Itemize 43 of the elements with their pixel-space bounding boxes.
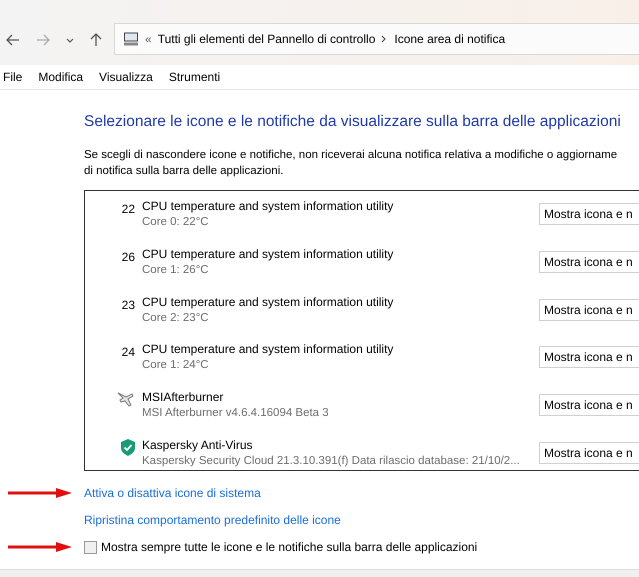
behavior-dropdown[interactable]: Mostra icona e n bbox=[539, 346, 639, 368]
breadcrumb-item[interactable]: Icone area di notifica bbox=[394, 30, 506, 48]
temperature-icon: 22 bbox=[115, 200, 135, 218]
description-text: Se scegli di nascondere icone e notifiche, non riceverai alcuna notifica relativa a modifiche o aggiorname di notifica sulla barra delle applicazioni. bbox=[84, 148, 618, 180]
behavior-dropdown[interactable]: Mostra icona e n bbox=[539, 203, 639, 226]
menu-item[interactable]: File bbox=[0, 68, 36, 86]
app-name: MSIAfterburner bbox=[142, 388, 224, 405]
app-description: Core 0: 22°C bbox=[142, 215, 210, 230]
app-name: CPU temperature and system information utility bbox=[142, 294, 394, 310]
app-name: Kaspersky Anti-Virus bbox=[142, 436, 254, 453]
temperature-icon: 24 bbox=[115, 343, 135, 362]
breadcrumb-item[interactable]: Tutti gli elementi del Pannello di controllo bbox=[158, 30, 376, 48]
app-description: Core 1: 24°C bbox=[142, 358, 210, 374]
chevron-down-icon[interactable] bbox=[66, 38, 74, 42]
temperature-icon: 23 bbox=[115, 296, 135, 314]
behavior-dropdown[interactable]: Mostra icona e n bbox=[539, 250, 639, 273]
app-description: MSI Afterburner v4.6.4.16094 Beta 3 bbox=[142, 406, 330, 421]
settings-link[interactable]: Ripristina comportamento predefinito delle icone bbox=[84, 511, 341, 530]
checkbox[interactable] bbox=[84, 540, 97, 554]
up-arrow-icon[interactable] bbox=[90, 33, 102, 47]
behavior-dropdown[interactable]: Mostra icona e n bbox=[539, 442, 639, 464]
shield-check-icon bbox=[121, 438, 135, 456]
menu-item[interactable]: Strumenti bbox=[166, 68, 234, 86]
checkbox-label: Mostra sempre tutte le icone e le notifiche sulla barra delle applicazioni bbox=[101, 539, 478, 556]
app-description: Kaspersky Security Cloud 21.3.10.391(f) Data rilascio database: 21/10/2... bbox=[142, 454, 521, 469]
chevron-right-icon bbox=[381, 35, 386, 43]
address-bar[interactable]: « Tutti gli elementi del Pannello di controllo Icone area di notifica bbox=[114, 23, 639, 55]
page-heading: Selezionare le icone e le notifiche da visualizzare sulla barra delle applicazioni bbox=[84, 112, 622, 132]
menu-item[interactable]: Visualizza bbox=[96, 68, 166, 86]
app-description: Core 1: 26°C bbox=[142, 262, 210, 278]
path-overflow[interactable]: « bbox=[145, 30, 152, 48]
app-name: CPU temperature and system information utility bbox=[142, 246, 394, 262]
behavior-dropdown[interactable]: Mostra icona e n bbox=[539, 394, 639, 416]
jet-plane-icon bbox=[117, 390, 135, 407]
behavior-dropdown[interactable]: Mostra icona e n bbox=[539, 298, 639, 321]
app-description: Core 2: 23°C bbox=[142, 310, 210, 326]
app-name: CPU temperature and system information utility bbox=[142, 341, 394, 358]
app-name: CPU temperature and system information utility bbox=[142, 198, 394, 214]
computer-icon bbox=[123, 32, 139, 46]
temperature-icon: 26 bbox=[115, 248, 135, 266]
back-arrow-icon[interactable] bbox=[6, 34, 20, 46]
settings-link[interactable]: Attiva o disattiva icone di sistema bbox=[84, 484, 261, 502]
menu-item[interactable]: Modifica bbox=[35, 68, 96, 86]
